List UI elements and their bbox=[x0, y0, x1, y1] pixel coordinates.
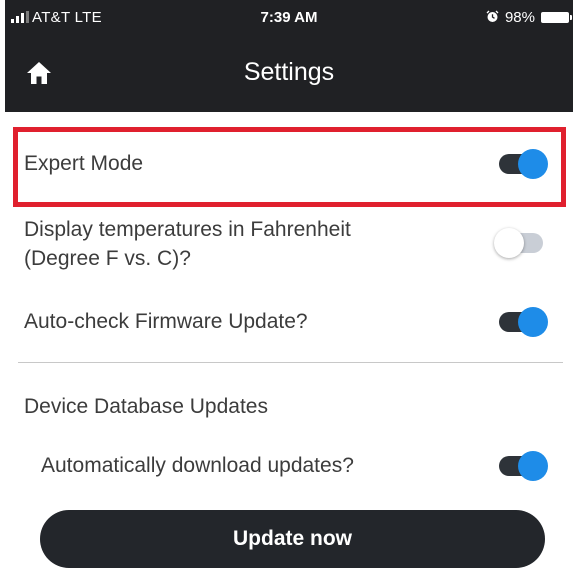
page-title: Settings bbox=[243, 58, 335, 86]
auto-download-label: Automatically download updates? bbox=[41, 454, 354, 477]
auto-download-toggle[interactable] bbox=[496, 450, 548, 482]
section-divider bbox=[18, 362, 563, 363]
database-section-title: Device Database Updates bbox=[24, 395, 268, 418]
fahrenheit-label-line1: Display temperatures in Fahrenheit bbox=[24, 218, 351, 241]
expert-mode-toggle[interactable] bbox=[496, 148, 548, 180]
fahrenheit-toggle[interactable] bbox=[494, 227, 546, 259]
update-now-button[interactable]: Update now bbox=[40, 510, 545, 568]
toggle-knob bbox=[494, 228, 524, 258]
toggle-knob bbox=[518, 149, 548, 179]
battery-percentage: 98% bbox=[504, 9, 535, 26]
settings-screen: AT&T LTE 7:39 AM 98% Settings Expert Mod… bbox=[0, 0, 573, 569]
toggle-knob bbox=[518, 307, 548, 337]
alarm-icon bbox=[486, 10, 499, 22]
auto-firmware-label: Auto-check Firmware Update? bbox=[24, 310, 308, 333]
status-bar: AT&T LTE 7:39 AM 98% bbox=[5, 0, 573, 34]
fahrenheit-label-line2: (Degree F vs. C)? bbox=[24, 247, 191, 270]
app-header: AT&T LTE 7:39 AM 98% Settings bbox=[5, 0, 573, 112]
battery-icon bbox=[541, 12, 572, 23]
expert-mode-label: Expert Mode bbox=[24, 152, 144, 175]
toggle-knob bbox=[518, 451, 548, 481]
auto-firmware-toggle[interactable] bbox=[496, 306, 548, 338]
